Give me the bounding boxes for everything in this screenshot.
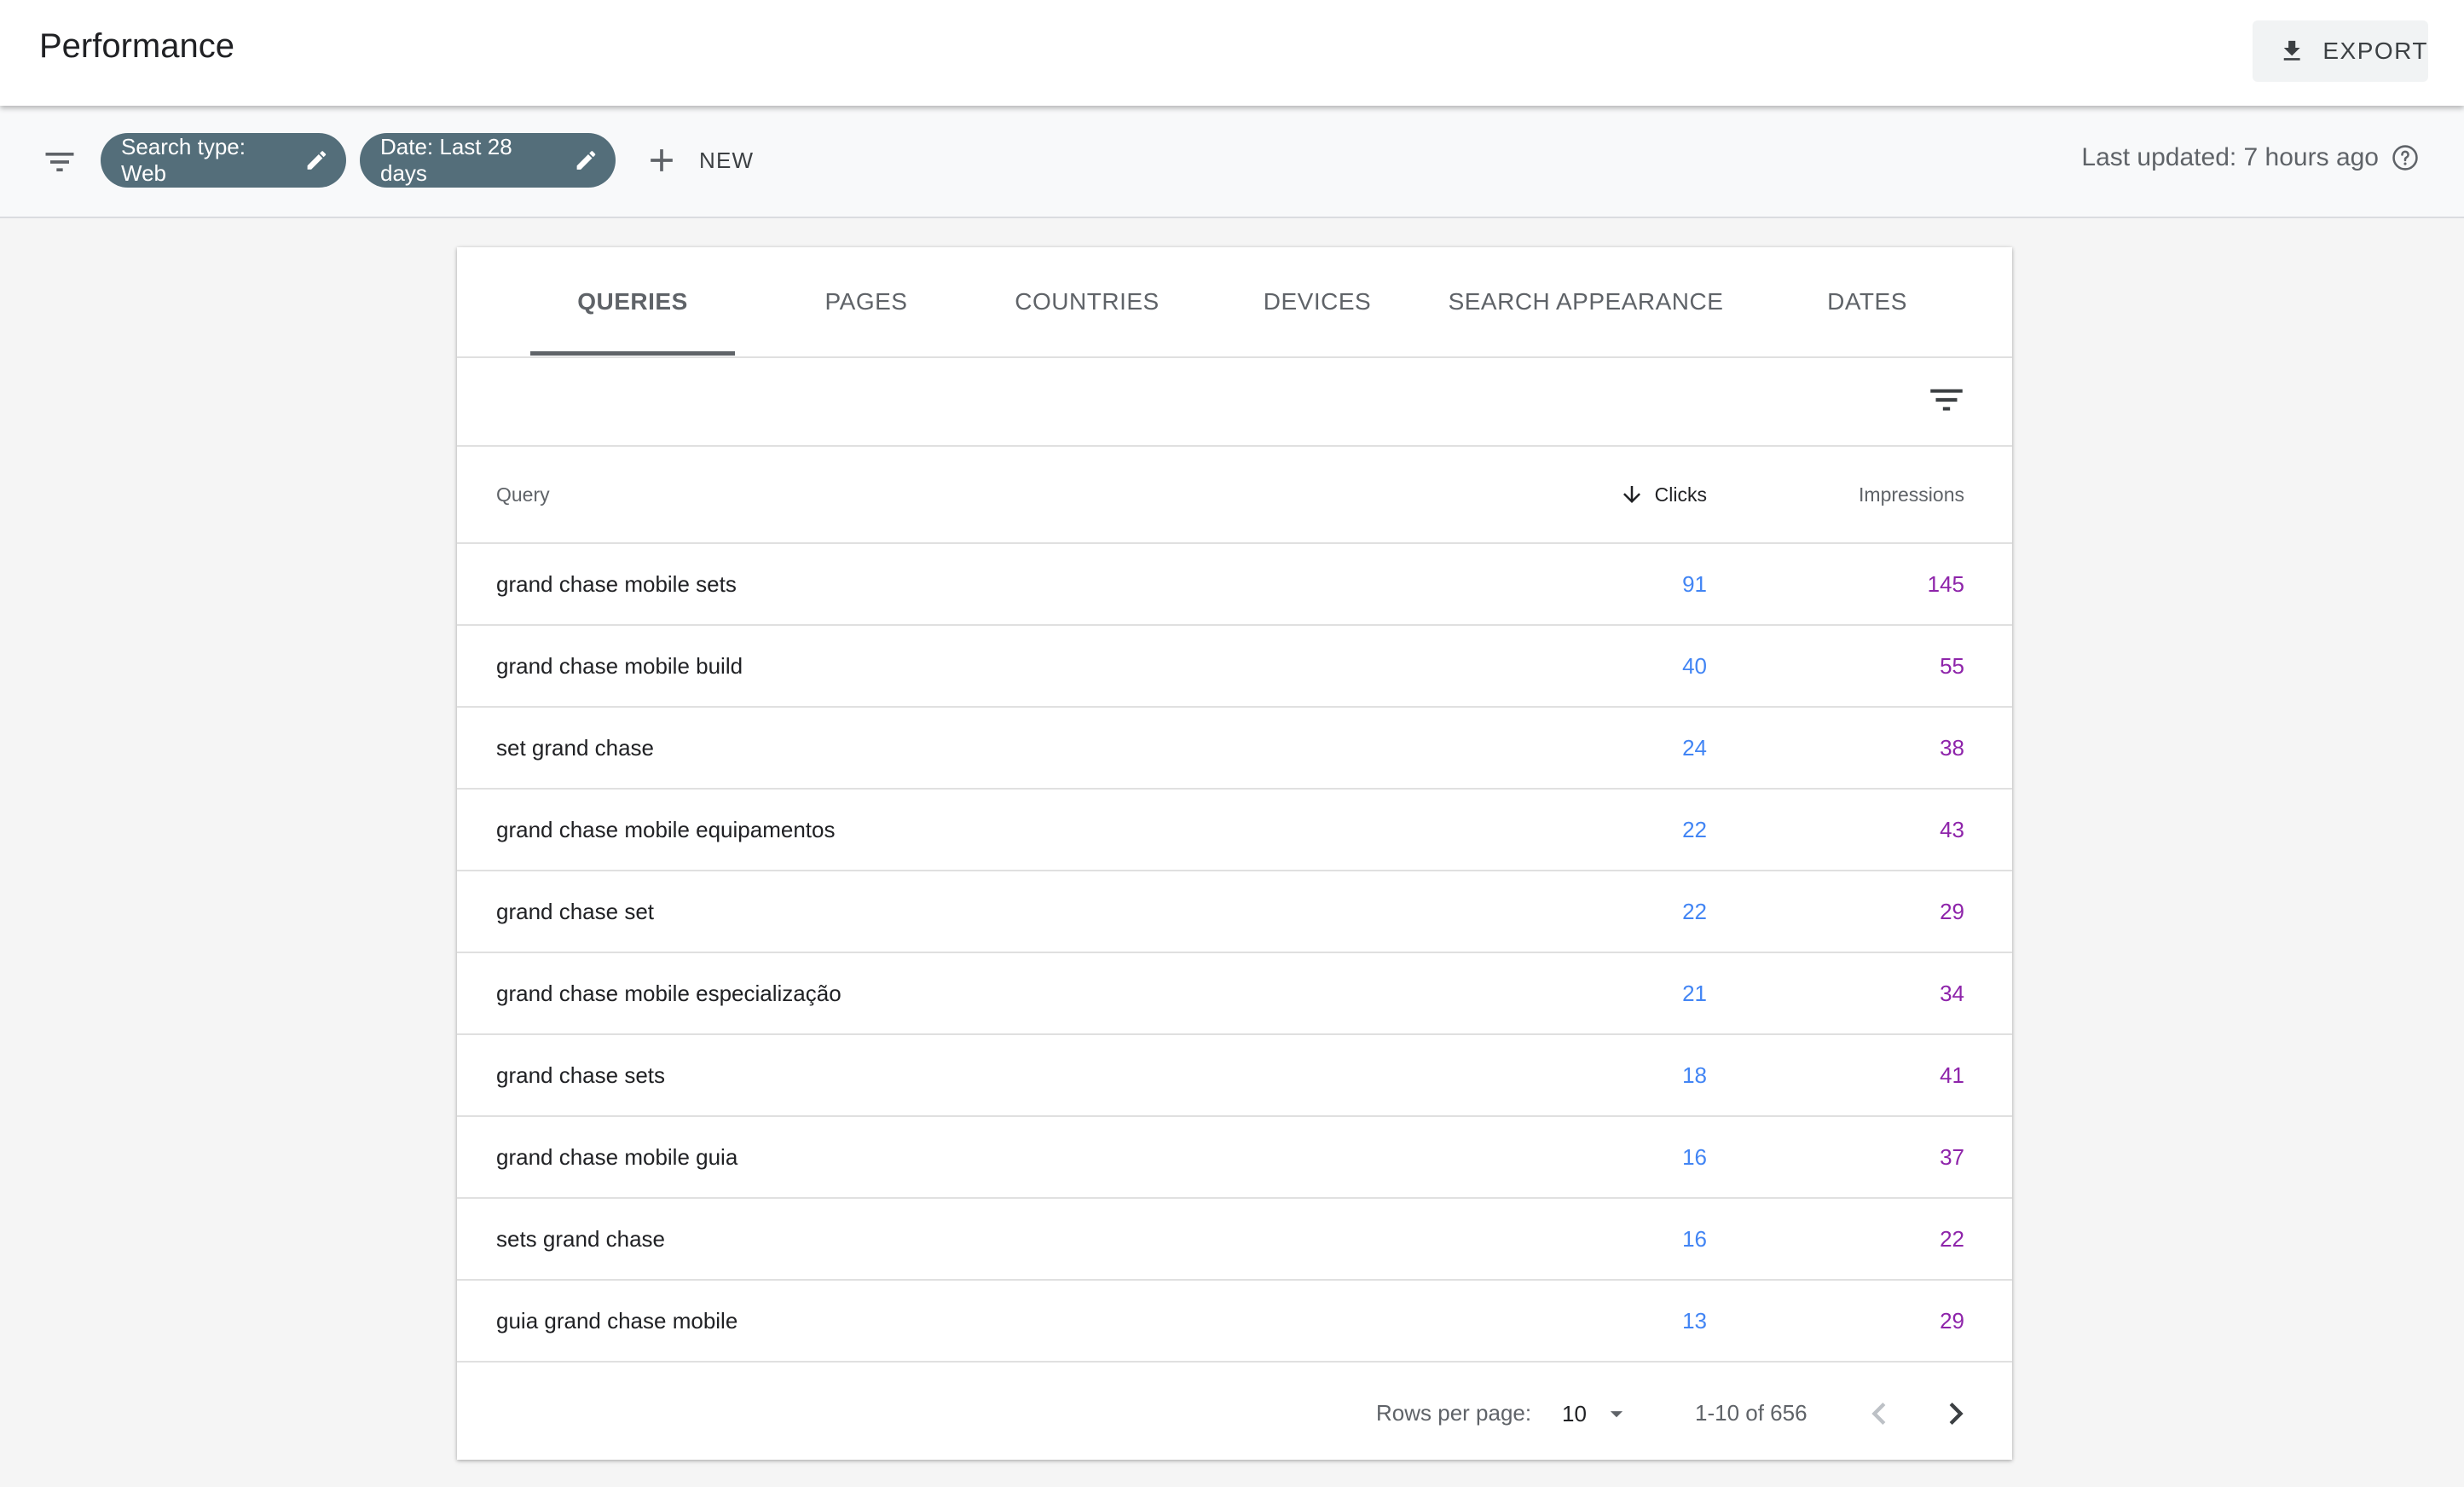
- page-title: Performance: [39, 27, 234, 65]
- impressions-cell: 29: [1940, 898, 1964, 924]
- filter-icon[interactable]: [41, 143, 78, 181]
- table-row[interactable]: grand chase mobile equipamentos 22 43: [457, 790, 2012, 871]
- table-body: grand chase mobile sets 91 145 grand cha…: [457, 544, 2012, 1363]
- new-filter-button[interactable]: NEW: [643, 130, 754, 191]
- last-updated-text: Last updated: 7 hours ago: [2081, 143, 2379, 171]
- column-header-query[interactable]: Query: [496, 447, 550, 542]
- next-page-button[interactable]: [1934, 1392, 1978, 1436]
- clicks-cell: 22: [1682, 898, 1707, 924]
- query-cell: grand chase mobile especialização: [496, 980, 842, 1006]
- table-row[interactable]: grand chase mobile sets 91 145: [457, 544, 2012, 626]
- table-row[interactable]: set grand chase 24 38: [457, 708, 2012, 790]
- tab-dates[interactable]: DATES: [1773, 247, 1961, 356]
- table-row[interactable]: grand chase mobile build 40 55: [457, 626, 2012, 708]
- table-row[interactable]: grand chase set 22 29: [457, 871, 2012, 953]
- tab-search-appearance[interactable]: SEARCH APPEARANCE: [1415, 247, 1756, 356]
- search-type-chip[interactable]: Search type: Web: [101, 133, 346, 188]
- table-row[interactable]: sets grand chase 16 22: [457, 1199, 2012, 1281]
- impressions-cell: 34: [1940, 980, 1964, 1006]
- table-row[interactable]: grand chase sets 18 41: [457, 1035, 2012, 1117]
- clicks-cell: 24: [1682, 734, 1707, 761]
- impressions-cell: 38: [1940, 734, 1964, 761]
- impressions-cell: 37: [1940, 1143, 1964, 1170]
- table-filter-icon[interactable]: [1925, 379, 1968, 421]
- table-row[interactable]: guia grand chase mobile 13 29: [457, 1281, 2012, 1363]
- new-label: NEW: [699, 147, 755, 173]
- active-tab-indicator: [530, 351, 735, 356]
- tab-countries[interactable]: COUNTRIES: [972, 247, 1202, 356]
- clicks-cell: 22: [1682, 816, 1707, 842]
- clicks-cell: 13: [1682, 1307, 1707, 1334]
- query-cell: sets grand chase: [496, 1225, 666, 1252]
- query-cell: grand chase sets: [496, 1062, 666, 1088]
- query-cell: grand chase mobile build: [496, 652, 743, 679]
- chip-label: Search type: Web: [121, 134, 246, 186]
- clicks-cell: 21: [1682, 980, 1707, 1006]
- clicks-cell: 16: [1682, 1143, 1707, 1170]
- query-cell: grand chase mobile equipamentos: [496, 816, 836, 842]
- pagination-range: 1-10 of 656: [1695, 1400, 1808, 1426]
- edit-icon: [576, 151, 596, 170]
- query-cell: guia grand chase mobile: [496, 1307, 738, 1334]
- impressions-cell: 55: [1940, 652, 1964, 679]
- query-cell: grand chase mobile guia: [496, 1143, 738, 1170]
- rows-per-page-label: Rows per page:: [1376, 1400, 1532, 1426]
- query-cell: grand chase mobile sets: [496, 570, 737, 597]
- export-label: EXPORT: [2322, 38, 2428, 64]
- table-row[interactable]: grand chase mobile especialização 21 34: [457, 953, 2012, 1035]
- tab-pages[interactable]: PAGES: [781, 247, 951, 356]
- impressions-cell: 43: [1940, 816, 1964, 842]
- clicks-cell: 40: [1682, 652, 1707, 679]
- query-cell: grand chase set: [496, 898, 655, 924]
- export-button[interactable]: EXPORT: [2253, 20, 2428, 82]
- chip-label: Date: Last 28 days: [380, 134, 512, 186]
- download-icon: [2283, 40, 2300, 61]
- query-cell: set grand chase: [496, 734, 655, 761]
- rows-per-page-select[interactable]: 10: [1562, 1390, 1656, 1438]
- report-card: QUERIES PAGES COUNTRIES DEVICES SEARCH A…: [457, 247, 2012, 1460]
- impressions-cell: 145: [1927, 570, 1964, 597]
- clicks-cell: 16: [1682, 1225, 1707, 1252]
- date-chip[interactable]: Date: Last 28 days: [360, 133, 616, 188]
- clicks-cell: 18: [1682, 1062, 1707, 1088]
- chevron-right-icon: [1949, 1403, 1964, 1425]
- dropdown-icon: [1610, 1411, 1623, 1418]
- clicks-cell: 91: [1682, 570, 1707, 597]
- rows-per-page-value: 10: [1562, 1400, 1587, 1426]
- plus-icon: [651, 149, 673, 171]
- previous-page-button[interactable]: [1857, 1392, 1901, 1436]
- pagination: Rows per page: 10 1-10 of 656: [457, 1366, 2012, 1460]
- app-header: Performance EXPORT: [0, 0, 2464, 106]
- table-header: Query Clicks Impressions: [457, 447, 2012, 544]
- help-icon[interactable]: [2391, 143, 2420, 172]
- tab-queries[interactable]: QUERIES: [530, 247, 735, 356]
- arrow-down-icon: [1622, 486, 1640, 503]
- impressions-cell: 22: [1940, 1225, 1964, 1252]
- edit-icon: [307, 151, 327, 170]
- filter-bar: Search type: Web Date: Last 28 days NEW …: [0, 106, 2464, 218]
- chevron-left-icon: [1871, 1403, 1886, 1425]
- tab-devices[interactable]: DEVICES: [1219, 247, 1415, 356]
- last-updated: Last updated: 7 hours ago: [2081, 143, 2420, 172]
- impressions-cell: 41: [1940, 1062, 1964, 1088]
- impressions-cell: 29: [1940, 1307, 1964, 1334]
- clicks-header-label: Clicks: [1654, 483, 1707, 506]
- column-header-clicks[interactable]: Clicks: [1619, 447, 1707, 542]
- column-header-impressions[interactable]: Impressions: [1859, 447, 1964, 542]
- dimension-tabs: QUERIES PAGES COUNTRIES DEVICES SEARCH A…: [457, 247, 2012, 358]
- table-row[interactable]: grand chase mobile guia 16 37: [457, 1117, 2012, 1199]
